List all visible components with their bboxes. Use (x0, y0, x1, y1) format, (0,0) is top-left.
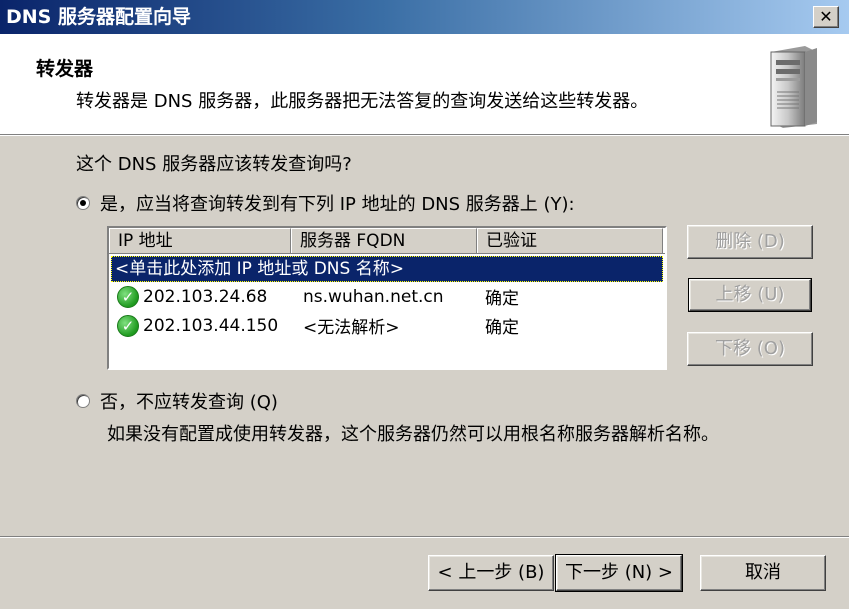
fqdn: ns.wuhan.net.cn (303, 286, 444, 307)
title-bar: DNS 服务器配置向导 (0, 0, 849, 34)
radio-yes-row[interactable]: 是，应当将查询转发到有下列 IP 地址的 DNS 服务器上 (Y): (76, 190, 575, 216)
move-down-button[interactable]: 下移 (O) (687, 332, 813, 366)
radio-no-label: 否，不应转发查询 (Q) (100, 392, 278, 413)
delete-button[interactable]: 删除 (D) (687, 225, 813, 259)
cancel-button[interactable]: 取消 (700, 555, 826, 591)
close-button[interactable]: ✕ (813, 6, 839, 28)
radio-yes[interactable] (76, 196, 90, 210)
verified-status: 确定 (485, 289, 519, 309)
ip-cell: ✓ 202.103.24.68 (109, 285, 291, 308)
header-divider (0, 134, 849, 136)
server-icon (770, 46, 817, 128)
next-button[interactable]: 下一步 (N) > (555, 554, 683, 592)
footer-divider (0, 536, 849, 538)
add-forwarder-row[interactable]: <单击此处添加 IP 地址或 DNS 名称> (111, 256, 663, 282)
column-verified[interactable]: 已验证 (477, 228, 663, 253)
check-icon: ✓ (117, 285, 139, 308)
page-description: 转发器是 DNS 服务器，此服务器把无法答复的查询发送给这些转发器。 (76, 91, 649, 112)
forwarders-list[interactable]: IP 地址 服务器 FQDN 已验证 <单击此处添加 IP 地址或 DNS 名称… (107, 226, 667, 370)
ip-address: 202.103.44.150 (143, 315, 279, 336)
back-button[interactable]: < 上一步 (B) (428, 555, 554, 591)
page-title: 转发器 (36, 58, 94, 80)
column-ip[interactable]: IP 地址 (109, 228, 291, 253)
question-label: 这个 DNS 服务器应该转发查询吗? (76, 154, 352, 175)
wizard-header: 转发器 转发器是 DNS 服务器，此服务器把无法答复的查询发送给这些转发器。 (0, 34, 849, 134)
ip-address: 202.103.24.68 (143, 286, 268, 307)
radio-no-row[interactable]: 否，不应转发查询 (Q) (76, 388, 278, 414)
verified-status: 确定 (485, 318, 519, 338)
fqdn: <无法解析> (303, 318, 400, 338)
column-fqdn[interactable]: 服务器 FQDN (291, 228, 477, 253)
list-header: IP 地址 服务器 FQDN 已验证 (109, 228, 665, 254)
radio-yes-label: 是，应当将查询转发到有下列 IP 地址的 DNS 服务器上 (Y): (100, 194, 575, 215)
table-row[interactable]: ✓ 202.103.44.150 <无法解析> 确定 (109, 311, 665, 340)
window-title: DNS 服务器配置向导 (6, 6, 191, 28)
no-option-description: 如果没有配置成使用转发器，这个服务器仍然可以用根名称服务器解析名称。 (107, 424, 719, 445)
check-icon: ✓ (117, 314, 139, 337)
ip-cell: ✓ 202.103.44.150 (109, 314, 291, 337)
close-icon: ✕ (819, 7, 833, 26)
move-up-button[interactable]: 上移 (U) (688, 278, 812, 312)
table-row[interactable]: ✓ 202.103.24.68 ns.wuhan.net.cn 确定 (109, 282, 665, 311)
radio-no[interactable] (76, 394, 90, 408)
